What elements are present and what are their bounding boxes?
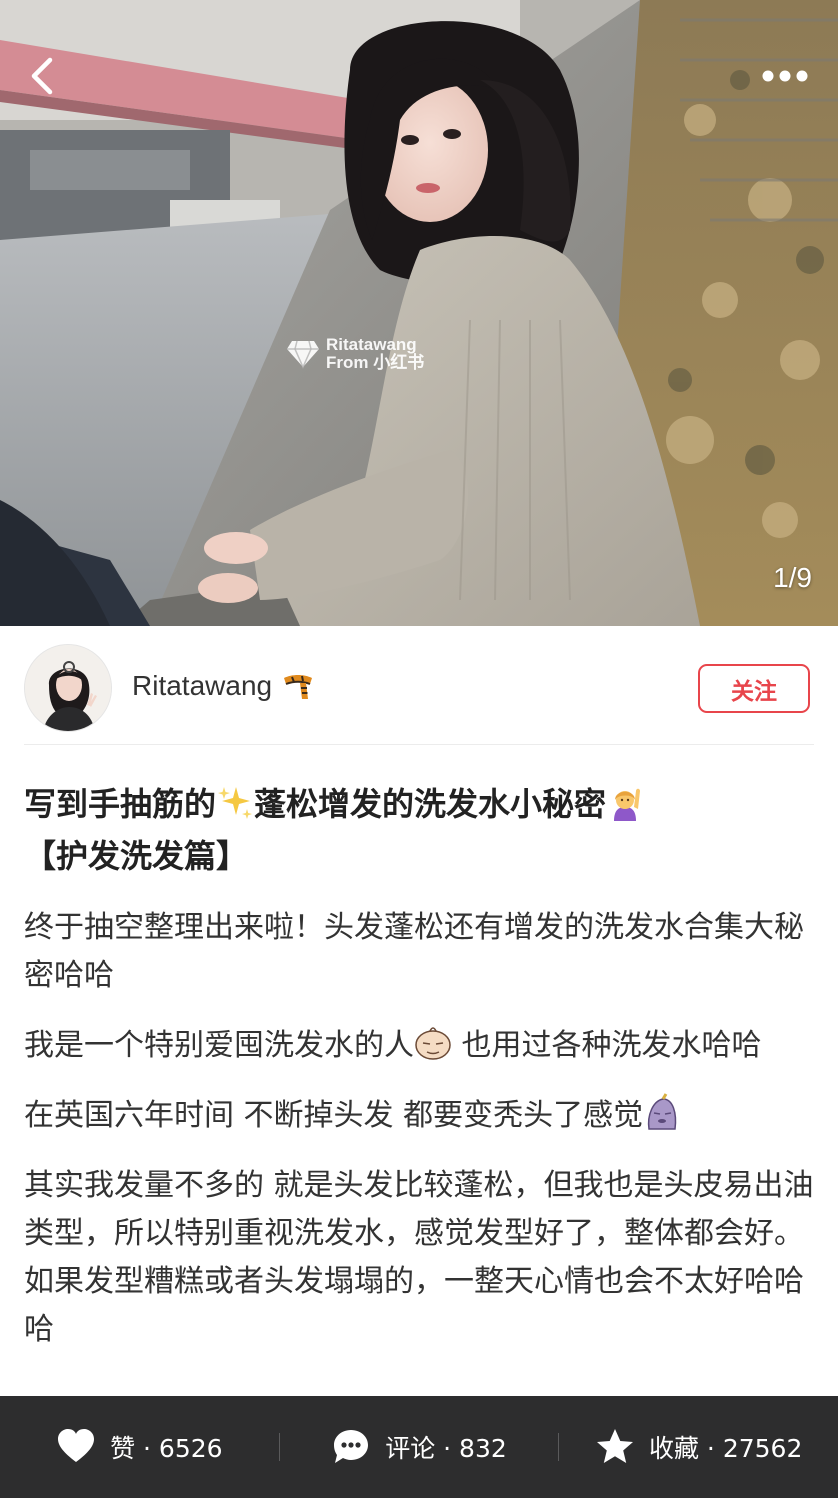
more-dots-icon — [762, 70, 808, 82]
paragraph-3-text: 在英国六年时间 不断掉头发 都要变秃头了感觉 — [24, 1098, 644, 1133]
post-photo — [0, 0, 838, 626]
comment-bubble-icon — [334, 1430, 369, 1463]
raising-hand-icon — [614, 788, 641, 821]
title-part1: 写到手抽筋的 — [24, 785, 217, 823]
paragraph-2-part2: 也用过各种洗发水哈哈 — [452, 1028, 762, 1063]
watermark: Ritatawang From 小红书 — [286, 336, 424, 372]
collect-button[interactable]: 收藏 · 27562 — [559, 1396, 838, 1498]
paragraph-3: 在英国六年时间 不断掉头发 都要变秃头了感觉 — [24, 1092, 814, 1140]
comment-label: 评论 · 832 — [385, 1434, 507, 1463]
heart-icon — [58, 1429, 95, 1462]
author-name-wrap[interactable]: Ritatawang — [132, 670, 314, 702]
paragraph-4: 其实我发量不多的 就是头发比较蓬松，但我也是头皮易出油类型，所以特别重视洗发水，… — [24, 1168, 814, 1347]
avatar[interactable] — [24, 644, 112, 732]
sparkles-icon — [218, 787, 253, 819]
paragraph-2-part1: 我是一个特别爱囤洗发水的人 — [24, 1028, 414, 1063]
post-title: 写到手抽筋的 蓬松增发的洗发水小秘密 【护发洗发篇】 — [24, 778, 814, 882]
like-label: 赞 · 6526 — [110, 1434, 223, 1463]
title-part3: 【护发洗发篇】 — [24, 837, 249, 875]
divider — [24, 744, 814, 745]
back-button[interactable] — [22, 52, 66, 100]
post-image-carousel[interactable]: Ritatawang From 小红书 1/9 — [0, 0, 838, 626]
title-part2: 蓬松增发的洗发水小秘密 — [254, 785, 607, 823]
sad-blob-icon — [647, 1093, 677, 1130]
avatar-image — [25, 645, 111, 731]
comment-button[interactable]: 评论 · 832 — [280, 1396, 559, 1498]
star-icon — [596, 1429, 633, 1463]
smug-face-icon — [415, 1027, 451, 1060]
more-button[interactable] — [758, 58, 814, 94]
watermark-line2: From 小红书 — [326, 353, 425, 372]
bottom-action-bar: 赞 · 6526 评论 · 832 收藏 · 27562 — [0, 1396, 838, 1498]
like-button[interactable]: 赞 · 6526 — [0, 1396, 279, 1498]
paragraph-1: 终于抽空整理出来啦！头发蓬松还有增发的洗发水合集大秘密哈哈 — [24, 910, 804, 993]
image-pager: 1/9 — [773, 562, 812, 593]
chevron-left-icon — [31, 57, 53, 95]
post-content: 写到手抽筋的 蓬松增发的洗发水小秘密 【护发洗发篇】 终于抽空整理出来啦！头发蓬… — [24, 778, 814, 1396]
scarf-icon — [284, 675, 313, 699]
author-row: Ritatawang 关注 — [0, 626, 838, 746]
watermark-line1: Ritatawang — [326, 335, 417, 354]
paragraph-2: 我是一个特别爱囤洗发水的人 也用过各种洗发水哈哈 — [24, 1022, 814, 1070]
collect-label: 收藏 · 27562 — [648, 1434, 803, 1463]
author-name[interactable]: Ritatawang — [132, 670, 272, 702]
diamond-icon — [287, 340, 319, 369]
follow-button[interactable]: 关注 — [698, 664, 810, 713]
